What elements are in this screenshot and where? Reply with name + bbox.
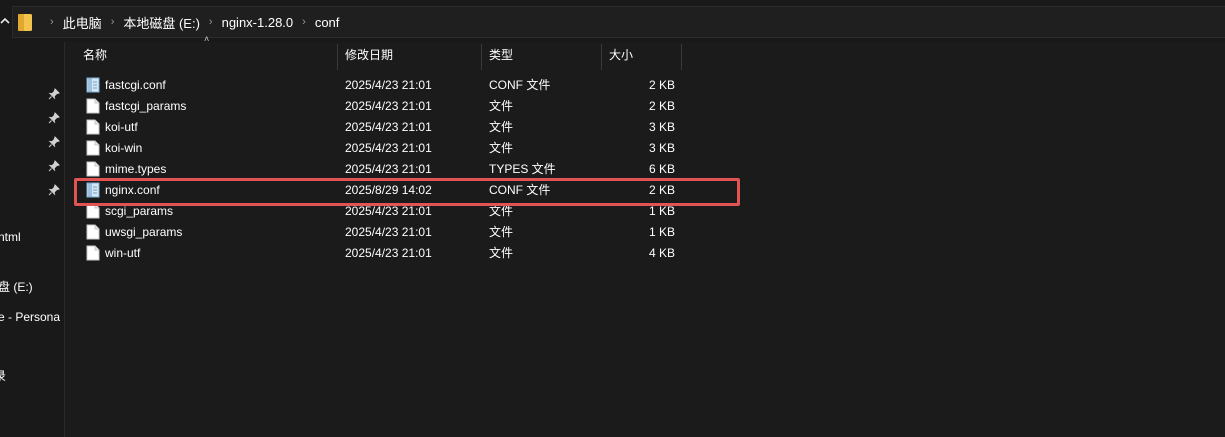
pin-icon [48,88,60,100]
blank-file-icon [86,140,100,156]
file-size: 2 KB [648,78,675,92]
column-divider[interactable] [481,44,482,70]
file-name: win-utf [105,246,141,260]
nav-item-drive-e[interactable]: 盘 (E:) [0,278,33,295]
column-header-date[interactable]: 修改日期 [345,42,393,68]
file-list-pane: ˄ 名称 修改日期 类型 大小 fastcgi.conf 2025/4/23 2… [64,34,1225,437]
file-row[interactable]: koi-win 2025/4/23 21:01 文件 3 KB [65,138,705,159]
pin-icon [48,160,60,172]
pin-icon [48,136,60,148]
nav-item-folder[interactable]: 录 [0,367,6,384]
file-size: 3 KB [648,120,675,134]
chevron-right-icon[interactable]: › [209,16,213,28]
blank-file-icon [86,245,100,261]
pin-icon [48,112,60,124]
file-type: 文件 [489,246,514,260]
pin-icon [48,184,60,196]
column-divider[interactable] [337,44,338,70]
file-name: koi-utf [105,120,138,134]
column-header-type[interactable]: 类型 [489,42,513,68]
breadcrumb-path: › 此电脑 › 本地磁盘 (E:) › nginx-1.28.0 › conf [41,7,339,37]
file-size: 6 KB [648,162,675,176]
conf-file-icon [86,77,100,93]
file-date: 2025/4/23 21:01 [345,78,432,92]
file-name: mime.types [105,162,167,176]
file-type: 文件 [489,120,514,134]
file-name: koi-win [105,141,143,155]
blank-file-icon [86,224,100,240]
file-name: fastcgi.conf [105,78,166,92]
file-date: 2025/4/23 21:01 [345,141,432,155]
file-size: 1 KB [648,225,675,239]
file-row[interactable]: mime.types 2025/4/23 21:01 TYPES 文件 6 KB [65,159,705,180]
file-row[interactable]: koi-utf 2025/4/23 21:01 文件 3 KB [65,117,705,138]
file-date: 2025/4/23 21:01 [345,162,432,176]
blank-file-icon [86,119,100,135]
column-divider[interactable] [681,44,682,70]
file-date: 2025/4/23 21:01 [345,99,432,113]
breadcrumb-conf[interactable]: conf [315,15,340,30]
file-name: fastcgi_params [105,99,187,113]
expand-chevron-icon[interactable] [0,13,10,29]
file-name: uwsgi_params [105,225,183,239]
highlight-annotation-box [74,178,740,206]
column-header-size[interactable]: 大小 [609,42,633,68]
file-type: 文件 [489,141,514,155]
blank-file-icon [86,161,100,177]
file-type: TYPES 文件 [489,162,556,176]
chevron-right-icon[interactable]: › [50,16,54,28]
navigation-pane: ntml 盘 (E:) e - Persona 录 [0,42,64,437]
file-row[interactable]: fastcgi_params 2025/4/23 21:01 文件 2 KB [65,96,705,117]
file-size: 2 KB [648,99,675,113]
file-type: 文件 [489,99,514,113]
file-row[interactable]: fastcgi.conf 2025/4/23 21:01 CONF 文件 2 K… [65,75,705,96]
file-type: 文件 [489,225,514,239]
sort-ascending-icon: ˄ [204,34,210,44]
breadcrumb[interactable]: › 此电脑 › 本地磁盘 (E:) › nginx-1.28.0 › conf [12,6,1225,38]
file-row[interactable]: uwsgi_params 2025/4/23 21:01 文件 1 KB [65,222,705,243]
file-date: 2025/4/23 21:01 [345,120,432,134]
file-size: 3 KB [648,141,675,155]
chevron-right-icon[interactable]: › [111,16,115,28]
blank-file-icon [86,98,100,114]
chevron-right-icon[interactable]: › [302,16,306,28]
file-date: 2025/4/23 21:01 [345,246,432,260]
address-bar: › 此电脑 › 本地磁盘 (E:) › nginx-1.28.0 › conf [0,0,1225,42]
column-header-name[interactable]: 名称 [83,42,107,68]
file-row[interactable]: win-utf 2025/4/23 21:01 文件 4 KB [65,243,705,264]
file-date: 2025/4/23 21:01 [345,225,432,239]
column-header-row: ˄ 名称 修改日期 类型 大小 [65,34,685,70]
nav-item-html[interactable]: ntml [0,230,21,244]
breadcrumb-drive-e[interactable]: 本地磁盘 (E:) [123,13,200,32]
breadcrumb-this-pc[interactable]: 此电脑 [63,13,102,32]
folder-icon [18,14,32,31]
file-type: CONF 文件 [489,78,551,92]
breadcrumb-nginx[interactable]: nginx-1.28.0 [222,15,294,30]
nav-item-onedrive[interactable]: e - Persona [0,310,60,324]
column-divider[interactable] [601,44,602,70]
file-size: 4 KB [648,246,675,260]
